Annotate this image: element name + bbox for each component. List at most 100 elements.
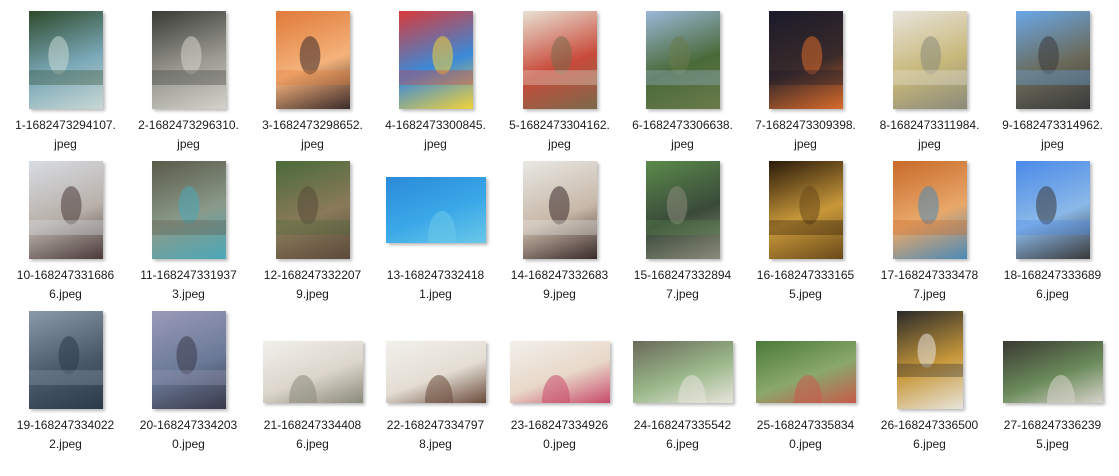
file-name-label[interactable]: 19-168247334022 2.jpeg (4, 416, 127, 454)
file-name-label[interactable]: 26-168247336500 6.jpeg (868, 416, 991, 454)
file-item[interactable]: 8-1682473311984. jpeg (868, 6, 991, 156)
photo-thumbnail-icon[interactable] (275, 161, 350, 259)
file-name-label[interactable]: 7-1682473309398. jpeg (744, 116, 867, 154)
file-item[interactable]: 27-168247336239 5.jpeg (991, 306, 1114, 456)
file-item[interactable]: 16-168247333165 5.jpeg (744, 156, 867, 306)
file-name-label[interactable]: 14-168247332683 9.jpeg (498, 266, 621, 304)
photo-thumbnail-icon[interactable] (632, 341, 733, 403)
file-item[interactable]: 4-1682473300845. jpeg (374, 6, 497, 156)
thumbnail-container (621, 306, 744, 414)
photo-thumbnail-icon[interactable] (151, 311, 226, 409)
file-name-label[interactable]: 5-1682473304162. jpeg (498, 116, 621, 154)
thumbnail-container (374, 156, 497, 264)
photo-thumbnail-icon[interactable] (28, 11, 103, 109)
file-name-label[interactable]: 13-168247332418 1.jpeg (374, 266, 497, 304)
file-item[interactable]: 12-168247332207 9.jpeg (251, 156, 374, 306)
photo-thumbnail-icon[interactable] (1002, 341, 1103, 403)
photo-thumbnail-icon[interactable] (262, 341, 363, 403)
file-name-label[interactable]: 23-168247334926 0.jpeg (498, 416, 621, 454)
photo-thumbnail-icon[interactable] (28, 311, 103, 409)
file-name-line-1: 17-168247333478 (880, 268, 979, 282)
file-name-label[interactable]: 22-168247334797 8.jpeg (374, 416, 497, 454)
file-item[interactable]: 18-168247333689 6.jpeg (991, 156, 1114, 306)
file-item[interactable]: 15-168247332894 7.jpeg (621, 156, 744, 306)
file-name-line-2: 2.jpeg (49, 437, 82, 451)
file-item[interactable]: 21-168247334408 6.jpeg (251, 306, 374, 456)
thumbnail-container (498, 156, 621, 264)
file-item[interactable]: 23-168247334926 0.jpeg (498, 306, 621, 456)
file-item[interactable]: 1-1682473294107. jpeg (4, 6, 127, 156)
file-name-label[interactable]: 9-1682473314962. jpeg (991, 116, 1114, 154)
photo-content-shape (28, 336, 103, 385)
file-item[interactable]: 10-168247331686 6.jpeg (4, 156, 127, 306)
file-item[interactable]: 26-168247336500 6.jpeg (868, 306, 991, 456)
photo-thumbnail-icon[interactable] (275, 11, 350, 109)
thumbnail-container (868, 6, 991, 114)
file-name-label[interactable]: 15-168247332894 7.jpeg (621, 266, 744, 304)
photo-thumbnail-icon[interactable] (151, 11, 226, 109)
file-name-label[interactable]: 1-1682473294107. jpeg (4, 116, 127, 154)
file-item[interactable]: 2-1682473296310. jpeg (127, 6, 250, 156)
photo-thumbnail-icon[interactable] (645, 11, 720, 109)
file-name-label[interactable]: 20-168247334203 0.jpeg (127, 416, 250, 454)
file-name-label[interactable]: 24-168247335542 6.jpeg (621, 416, 744, 454)
thumbnail-container (991, 6, 1114, 114)
photo-thumbnail-icon[interactable] (896, 311, 963, 409)
file-item[interactable]: 25-168247335834 0.jpeg (744, 306, 867, 456)
photo-thumbnail-icon[interactable] (398, 11, 473, 109)
thumbnail-container (127, 6, 250, 114)
file-name-line-1: 19-168247334022 (16, 418, 115, 432)
photo-thumbnail-icon[interactable] (755, 341, 856, 403)
file-grid[interactable]: 1-1682473294107. jpeg 2-1682473296310. jpeg… (0, 0, 1119, 476)
file-name-line-1: 10-168247331686 (16, 268, 115, 282)
photo-thumbnail-icon[interactable] (385, 341, 486, 403)
photo-thumbnail-icon[interactable] (1015, 161, 1090, 259)
photo-thumbnail-icon[interactable] (768, 161, 843, 259)
file-item[interactable]: 13-168247332418 1.jpeg (374, 156, 497, 306)
file-name-line-1: 16-168247333165 (756, 268, 855, 282)
file-item[interactable]: 17-168247333478 7.jpeg (868, 156, 991, 306)
photo-thumbnail-icon[interactable] (522, 161, 597, 259)
file-name-label[interactable]: 27-168247336239 5.jpeg (991, 416, 1114, 454)
file-item[interactable]: 7-1682473309398. jpeg (744, 6, 867, 156)
file-item[interactable]: 6-1682473306638. jpeg (621, 6, 744, 156)
file-name-label[interactable]: 2-1682473296310. jpeg (127, 116, 250, 154)
file-name-label[interactable]: 16-168247333165 5.jpeg (744, 266, 867, 304)
file-item[interactable]: 20-168247334203 0.jpeg (127, 306, 250, 456)
file-name-label[interactable]: 6-1682473306638. jpeg (621, 116, 744, 154)
file-item[interactable]: 22-168247334797 8.jpeg (374, 306, 497, 456)
photo-thumbnail-icon[interactable] (509, 341, 610, 403)
photo-thumbnail-icon[interactable] (385, 177, 486, 243)
file-name-label[interactable]: 12-168247332207 9.jpeg (251, 266, 374, 304)
photo-thumbnail-icon[interactable] (522, 11, 597, 109)
file-name-label[interactable]: 8-1682473311984. jpeg (868, 116, 991, 154)
file-name-label[interactable]: 17-168247333478 7.jpeg (868, 266, 991, 304)
file-name-label[interactable]: 4-1682473300845. jpeg (374, 116, 497, 154)
file-item[interactable]: 5-1682473304162. jpeg (498, 6, 621, 156)
photo-thumbnail-icon[interactable] (768, 11, 843, 109)
file-name-label[interactable]: 21-168247334408 6.jpeg (251, 416, 374, 454)
photo-thumbnail-icon[interactable] (645, 161, 720, 259)
file-name-label[interactable]: 11-168247331937 3.jpeg (127, 266, 250, 304)
photo-thumbnail-icon[interactable] (1015, 11, 1090, 109)
file-item[interactable]: 11-168247331937 3.jpeg (127, 156, 250, 306)
file-item[interactable]: 14-168247332683 9.jpeg (498, 156, 621, 306)
file-name-line-1: 22-168247334797 (386, 418, 485, 432)
file-name-label[interactable]: 10-168247331686 6.jpeg (4, 266, 127, 304)
file-name-line-1: 18-168247333689 (1003, 268, 1102, 282)
photo-thumbnail-icon[interactable] (151, 161, 226, 259)
file-name-label[interactable]: 3-1682473298652. jpeg (251, 116, 374, 154)
file-item[interactable]: 24-168247335542 6.jpeg (621, 306, 744, 456)
thumbnail-container (127, 156, 250, 264)
file-name-label[interactable]: 25-168247335834 0.jpeg (744, 416, 867, 454)
photo-thumbnail-icon[interactable] (28, 161, 103, 259)
file-name-line-1: 1-1682473294107. (15, 118, 116, 132)
file-name-label[interactable]: 18-168247333689 6.jpeg (991, 266, 1114, 304)
file-item[interactable]: 3-1682473298652. jpeg (251, 6, 374, 156)
file-item[interactable]: 9-1682473314962. jpeg (991, 6, 1114, 156)
photo-thumbnail-icon[interactable] (892, 11, 967, 109)
photo-thumbnail-icon[interactable] (892, 161, 967, 259)
file-item[interactable]: 19-168247334022 2.jpeg (4, 306, 127, 456)
thumbnail-container (991, 306, 1114, 414)
thumbnail-container (868, 306, 991, 414)
